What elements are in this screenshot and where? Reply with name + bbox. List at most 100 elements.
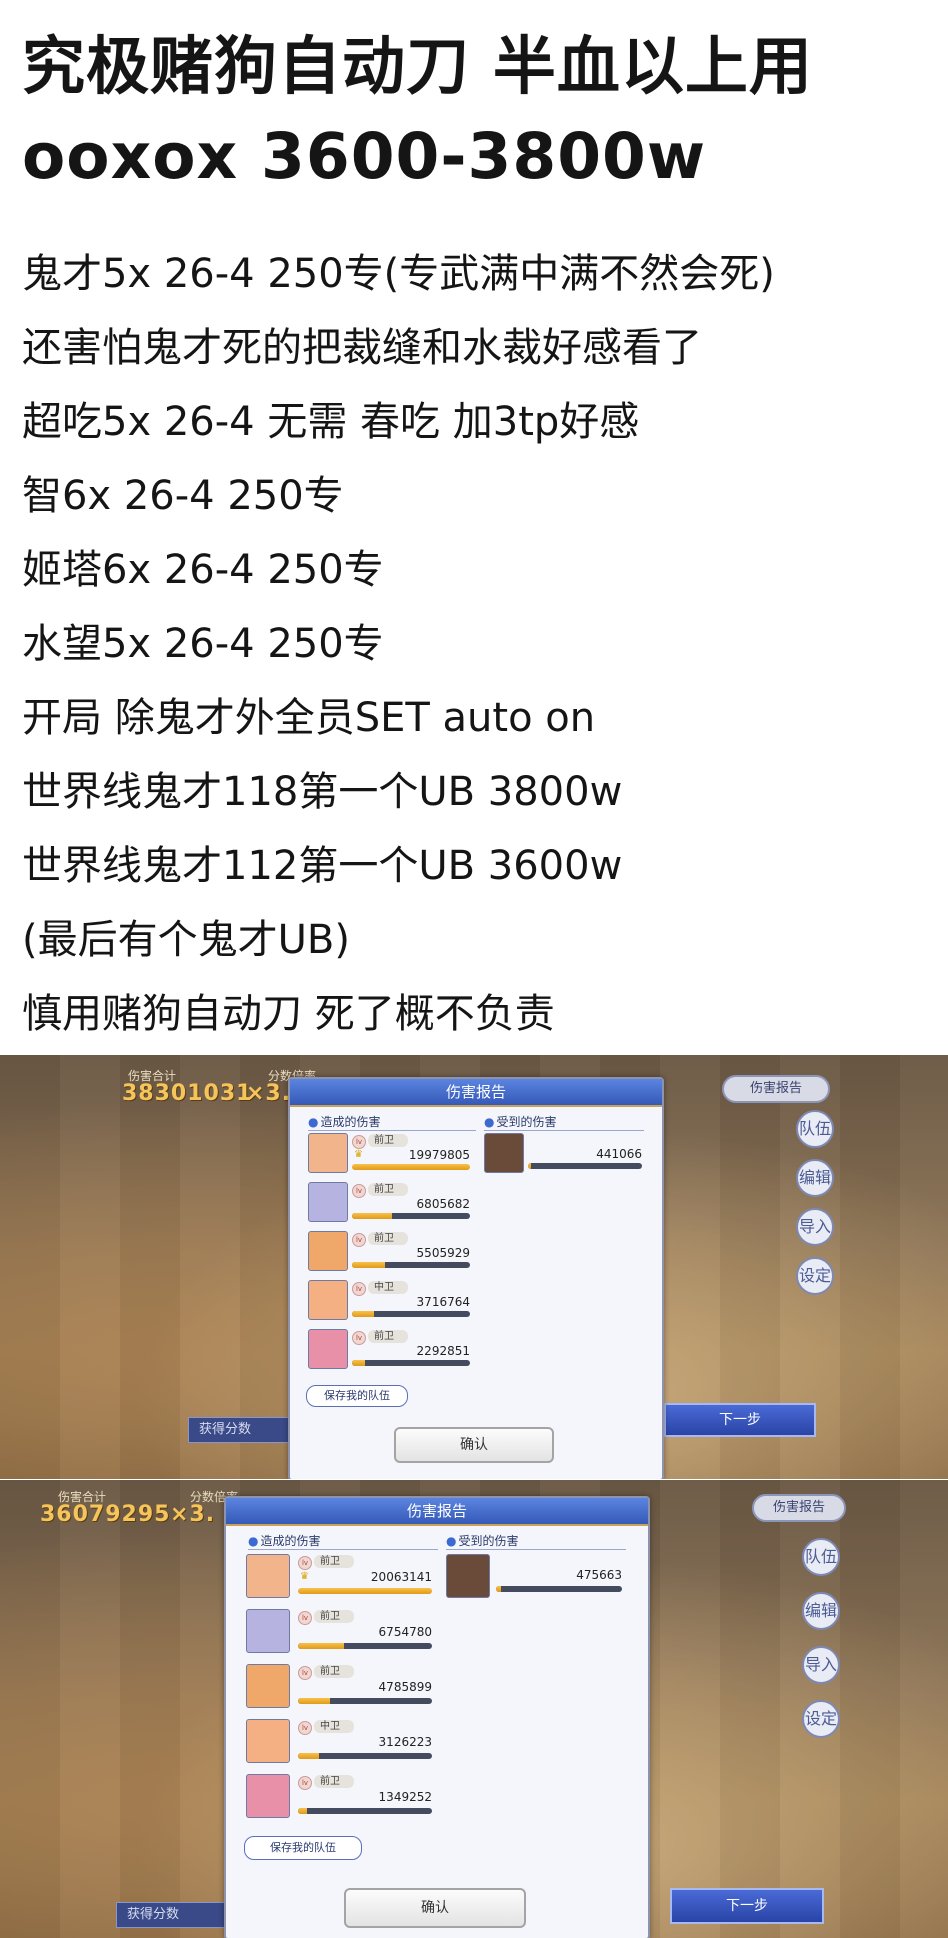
- enemy-portrait: [446, 1554, 490, 1598]
- edit-icon[interactable]: 编辑: [802, 1592, 840, 1630]
- damage-value: 3126223: [378, 1735, 432, 1749]
- damage-bar-fill: [352, 1311, 375, 1317]
- team-icon[interactable]: 队伍: [802, 1538, 840, 1576]
- settings-icon[interactable]: 设定: [802, 1700, 840, 1738]
- damage-report-panel: 伤害报告 ● 造成的伤害 ● 受到的伤害 lv 前卫 ♛ 19979805 lv 前…: [288, 1077, 664, 1479]
- settings-icon[interactable]: 设定: [796, 1257, 834, 1295]
- damage-value: 1349252: [378, 1790, 432, 1804]
- level-badge: lv: [298, 1611, 312, 1625]
- next-button[interactable]: 下一步: [664, 1403, 816, 1437]
- next-button[interactable]: 下一步: [670, 1888, 824, 1924]
- level-badge: lv: [352, 1282, 366, 1296]
- damage-bar-fill: [298, 1698, 331, 1704]
- damage-bar: [352, 1164, 470, 1170]
- level-badge: lv: [298, 1666, 312, 1680]
- damage-report-top-button[interactable]: 伤害报告: [752, 1494, 846, 1522]
- role-badge: 前卫: [368, 1330, 408, 1343]
- damage-bar: [352, 1213, 470, 1219]
- received-bar-fill: [496, 1586, 502, 1592]
- team-icon[interactable]: 队伍: [796, 1110, 834, 1148]
- confirm-button[interactable]: 确认: [394, 1427, 554, 1463]
- role-badge: 前卫: [314, 1775, 354, 1788]
- level-badge: lv: [352, 1331, 366, 1345]
- damage-bar: [352, 1311, 470, 1317]
- role-badge: 前卫: [314, 1665, 354, 1678]
- damage-value: 2292851: [416, 1344, 470, 1358]
- received-bar-fill: [528, 1163, 532, 1169]
- character-portrait: [246, 1609, 290, 1653]
- post-line: 世界线鬼才112第一个UB 3600w: [22, 843, 623, 889]
- level-badge: lv: [298, 1556, 312, 1570]
- import-icon[interactable]: 导入: [802, 1646, 840, 1684]
- character-portrait: [308, 1182, 348, 1222]
- save-team-button[interactable]: 保存我的队伍: [306, 1385, 408, 1407]
- damage-bar-fill: [352, 1213, 393, 1219]
- bullet-icon: ●: [248, 1534, 259, 1548]
- import-icon[interactable]: 导入: [796, 1208, 834, 1246]
- post-title: 究极赌狗自动刀 半血以上用 ooxox 3600-3800w: [22, 30, 813, 193]
- character-portrait: [246, 1719, 290, 1763]
- damage-bar-fill: [298, 1588, 432, 1594]
- damage-value: 6805682: [416, 1197, 470, 1211]
- enemy-portrait: [484, 1133, 524, 1173]
- damage-bar: [528, 1163, 642, 1169]
- damage-bar: [298, 1698, 432, 1704]
- damage-value: 19979805: [408, 1148, 470, 1162]
- damage-bar-fill: [352, 1360, 365, 1366]
- bullet-icon: ●: [446, 1534, 457, 1548]
- score-label-bar: 获得分数: [116, 1902, 234, 1928]
- post-body: 鬼才5x 26-4 250专(专武满中满不然会死) 还害怕鬼才死的把裁缝和水裁好…: [22, 237, 932, 1051]
- damage-report-top-button[interactable]: 伤害报告: [722, 1075, 830, 1103]
- damage-bar-fill: [298, 1808, 308, 1814]
- role-badge: 前卫: [368, 1134, 408, 1147]
- damage-bar-fill: [352, 1262, 386, 1268]
- role-badge: 前卫: [368, 1232, 408, 1245]
- damage-bar: [298, 1643, 432, 1649]
- damage-value: 475663: [576, 1568, 622, 1582]
- damage-value: 3716764: [416, 1295, 470, 1309]
- damage-value: 6754780: [378, 1625, 432, 1639]
- role-badge: 中卫: [314, 1720, 354, 1733]
- character-portrait: [246, 1664, 290, 1708]
- damage-total-value: 38301031: [122, 1081, 253, 1106]
- received-damage-header: ● 受到的伤害: [484, 1113, 644, 1131]
- role-badge: 前卫: [314, 1555, 354, 1568]
- post-line: 还害怕鬼才死的把裁缝和水裁好感看了: [22, 325, 702, 371]
- bullet-icon: ●: [308, 1115, 319, 1129]
- character-portrait: [308, 1231, 348, 1271]
- post-line: 智6x 26-4 250专: [22, 473, 344, 519]
- damage-bar: [352, 1262, 470, 1268]
- damage-bar-fill: [352, 1164, 470, 1170]
- damage-value: 441066: [596, 1147, 642, 1161]
- damage-report-panel: 伤害报告 ● 造成的伤害 ● 受到的伤害 lv 前卫 ♛ 20063141 lv 前…: [224, 1496, 650, 1938]
- role-badge: 中卫: [368, 1281, 408, 1294]
- received-damage-header: ● 受到的伤害: [446, 1532, 626, 1550]
- character-portrait: [246, 1774, 290, 1818]
- damage-total-value: 36079295: [40, 1502, 171, 1527]
- confirm-button[interactable]: 确认: [344, 1888, 526, 1928]
- post-line: 慎用赌狗自动刀 死了概不负责: [22, 991, 555, 1037]
- save-team-button[interactable]: 保存我的队伍: [244, 1836, 362, 1860]
- dealt-damage-header: ● 造成的伤害: [308, 1113, 476, 1131]
- game-screenshot-1: 伤害合计 分数倍率 38301031 ×3. 伤害报告 队伍 编辑 导入 设定 …: [0, 1055, 948, 1479]
- panel-title: 伤害报告: [226, 1498, 648, 1526]
- role-badge: 前卫: [368, 1183, 408, 1196]
- post-line: (最后有个鬼才UB): [22, 917, 350, 963]
- damage-value: 4785899: [378, 1680, 432, 1694]
- crown-icon: ♛: [300, 1571, 309, 1582]
- character-portrait: [246, 1554, 290, 1598]
- damage-bar-fill: [298, 1753, 320, 1759]
- damage-value: 20063141: [370, 1570, 432, 1584]
- post-line: 超吃5x 26-4 无需 春吃 加3tp好感: [22, 399, 640, 445]
- post-line: 姬塔6x 26-4 250专: [22, 547, 384, 593]
- level-badge: lv: [298, 1721, 312, 1735]
- post-line: 世界线鬼才118第一个UB 3800w: [22, 769, 623, 815]
- damage-bar: [496, 1586, 622, 1592]
- level-badge: lv: [352, 1233, 366, 1247]
- post-line: 鬼才5x 26-4 250专(专武满中满不然会死): [22, 251, 775, 297]
- character-portrait: [308, 1280, 348, 1320]
- dealt-damage-header: ● 造成的伤害: [248, 1532, 438, 1550]
- edit-icon[interactable]: 编辑: [796, 1159, 834, 1197]
- post-line: 水望5x 26-4 250专: [22, 621, 384, 667]
- role-badge: 前卫: [314, 1610, 354, 1623]
